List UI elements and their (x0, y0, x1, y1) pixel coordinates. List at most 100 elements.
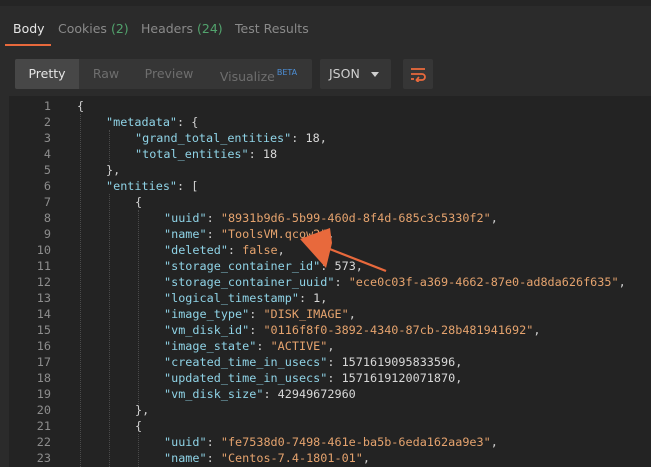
tab-body[interactable]: Body (13, 6, 45, 46)
wrap-lines-button[interactable] (403, 59, 433, 89)
code-token: "name" (164, 227, 207, 241)
code-token: , (327, 339, 335, 353)
code-token: "uuid" (164, 435, 207, 449)
code-token: : (334, 275, 349, 289)
code-token: 18 (305, 131, 320, 145)
tab-test-results[interactable]: Test Results (235, 6, 309, 46)
code-token: : (206, 435, 221, 449)
line-number: 14 (36, 307, 51, 321)
response-tabs: Body Cookies (2) Headers (24) Test Resul… (0, 6, 651, 47)
line-number: 11 (36, 259, 51, 273)
code-token: { (77, 99, 85, 113)
tab-label: Test Results (235, 21, 309, 36)
code-token: "0116f8f0-3892-4340-87cb-28b481941692" (263, 323, 534, 337)
code-token: : (256, 339, 271, 353)
code-token: , (327, 227, 335, 241)
tab-cookies[interactable]: Cookies (2) (58, 6, 129, 46)
code-line: 11 "storage_container_id": 573, (0, 258, 651, 274)
code-token: { (135, 419, 143, 433)
code-token: : (249, 307, 264, 321)
view-mode-label: Raw (92, 66, 120, 81)
code-token: : (263, 387, 278, 401)
code-token: "entities" (106, 179, 178, 193)
view-mode-label: Visualize (219, 69, 275, 85)
code-line: 7{ (0, 194, 651, 210)
code-line: 16 "image_state": "ACTIVE", (0, 338, 651, 354)
line-number: 20 (36, 403, 51, 417)
code-token: 1571619120071870 (341, 371, 456, 385)
code-token: "grand_total_entities" (135, 131, 292, 145)
code-line: 1{ (0, 98, 651, 114)
code-token: , (533, 323, 541, 337)
format-dropdown-value: JSON (329, 66, 360, 81)
code-token: "uuid" (164, 211, 207, 225)
code-line: 10 "deleted": false, (0, 242, 651, 258)
code-token: "DISK_IMAGE" (263, 307, 349, 321)
code-text: { (77, 98, 84, 114)
tab-label: Body (13, 21, 45, 36)
tab-label: Cookies (58, 21, 107, 36)
code-line: 2 "metadata": { (0, 114, 651, 130)
view-mode-visualize[interactable]: Visualize BETA (205, 59, 312, 89)
code-token: , (455, 355, 463, 369)
code-token: : { (177, 115, 199, 129)
line-number: 18 (36, 371, 51, 385)
code-line: 3 "grand_total_entities": 18, (0, 130, 651, 146)
code-text: "storage_container_uuid": "ece0c03f-a369… (164, 274, 626, 290)
code-token: : (249, 323, 264, 337)
code-token: : (320, 259, 335, 273)
code-token: , (490, 211, 498, 225)
code-token: "updated_time_in_usecs" (164, 371, 328, 385)
code-token: }, (106, 163, 121, 177)
code-token: , (319, 131, 327, 145)
code-token: "fe7538d0-7498-461e-ba5b-6eda162aa9e3" (220, 435, 491, 449)
code-line: 17 "created_time_in_usecs": 1571619095833… (0, 354, 651, 370)
code-text: "name": "Centos-7.4-1801-01", (164, 450, 370, 466)
code-token: , (455, 371, 463, 385)
code-token: { (135, 195, 143, 209)
line-number: 7 (43, 195, 51, 209)
line-number: 10 (36, 243, 51, 257)
tab-label: Headers (141, 21, 194, 36)
wrap-lines-icon (411, 68, 426, 82)
code-text: "image_state": "ACTIVE", (164, 338, 335, 354)
code-text: }, (135, 402, 149, 418)
code-token: "image_state" (164, 339, 257, 353)
code-token: "ece0c03f-a369-4662-87e0-ad8da626f635" (348, 275, 619, 289)
response-body-viewer[interactable]: 1{2 "metadata": {3 "grand_total_entities":… (0, 96, 651, 467)
code-line: 9 "name": "ToolsVM.qcow2", (0, 226, 651, 242)
view-mode-raw[interactable]: Raw (79, 59, 133, 89)
line-number: 13 (36, 291, 51, 305)
code-line: 4 "total_entities": 18 (0, 146, 651, 162)
response-toolbar: Pretty Raw Preview Visualize BETA JSON (0, 46, 651, 96)
format-dropdown[interactable]: JSON (320, 59, 391, 89)
line-number: 15 (36, 323, 51, 337)
code-token: : (206, 227, 221, 241)
view-mode-preview[interactable]: Preview (133, 59, 205, 89)
code-text: "vm_disk_id": "0116f8f0-3892-4340-87cb-2… (164, 322, 540, 338)
code-token: , (355, 259, 363, 273)
code-line: 5}, (0, 162, 651, 178)
beta-badge: BETA (276, 68, 298, 77)
code-text: "storage_container_id": 573, (164, 258, 363, 274)
code-text: "entities": [ (106, 178, 198, 194)
line-number: 21 (36, 419, 51, 433)
line-number: 8 (43, 211, 51, 225)
code-token: : (298, 291, 314, 305)
code-token: : (291, 131, 306, 145)
code-text: "total_entities": 18 (135, 146, 277, 162)
code-token: false (242, 243, 278, 257)
tab-headers[interactable]: Headers (24) (141, 6, 223, 46)
code-text: "deleted": false, (164, 242, 285, 258)
code-text: { (135, 418, 142, 434)
code-token: "ACTIVE" (270, 339, 328, 353)
view-mode-pretty[interactable]: Pretty (15, 59, 79, 89)
code-token: , (490, 435, 498, 449)
line-number: 23 (36, 451, 51, 465)
code-token: "total_entities" (135, 147, 249, 161)
code-line: 14 "image_type": "DISK_IMAGE", (0, 306, 651, 322)
line-number: 3 (43, 131, 51, 145)
code-text: "updated_time_in_usecs": 157161912007187… (164, 370, 462, 386)
code-text: "grand_total_entities": 18, (135, 130, 327, 146)
code-text: "uuid": "fe7538d0-7498-461e-ba5b-6eda162… (164, 434, 498, 450)
